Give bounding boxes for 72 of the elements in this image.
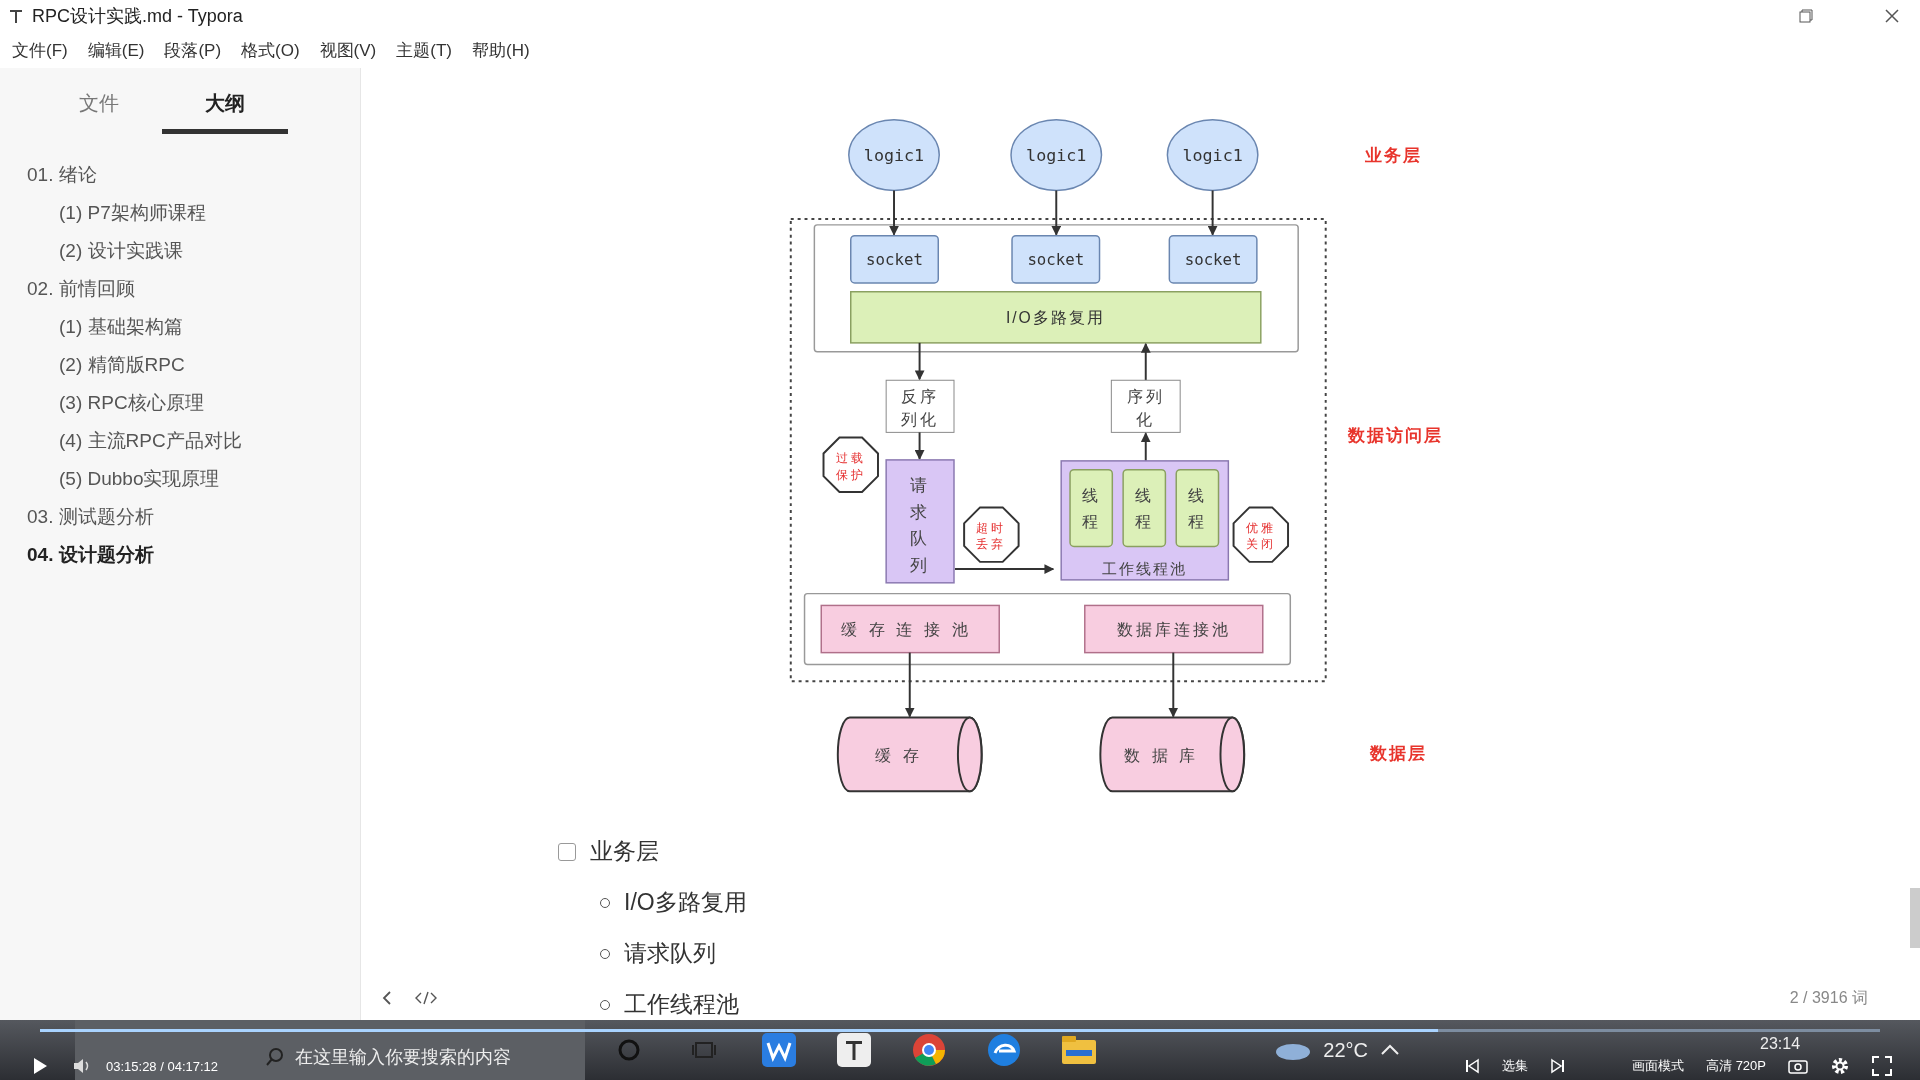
storage-cylinder: 缓存 (836, 716, 983, 793)
deserializer-node: 反序列化 (885, 379, 955, 433)
logic-node: logic1 (1010, 118, 1103, 192)
sidebar-tab[interactable]: 大纲 (162, 84, 288, 134)
menu-item[interactable]: 文件(F) (4, 34, 76, 66)
close-icon[interactable] (1884, 8, 1900, 24)
guard-octagon: 过载保护 (822, 436, 879, 494)
connection-pool: 数据库连接池 (1084, 604, 1264, 654)
menu-item[interactable]: 段落(P) (156, 34, 230, 66)
list-item: 工作线程池 (624, 990, 739, 1019)
socket-node: socket (850, 234, 939, 284)
guard-octagon: 超时丢弃 (963, 506, 1020, 563)
thread-node: 线程 (1069, 469, 1114, 548)
arrow (914, 341, 925, 381)
outline-item[interactable]: (4) 主流RPC产品对比 (27, 422, 360, 460)
outline-item[interactable]: (5) Dubbo实现原理 (27, 460, 360, 498)
restore-icon[interactable] (1799, 9, 1813, 23)
menu-item[interactable]: 帮助(H) (464, 34, 538, 66)
episodes-button[interactable]: 选集 (1498, 1057, 1532, 1075)
outline-item[interactable]: 04. 设计题分析 (27, 536, 360, 574)
menu-item[interactable]: 主题(T) (388, 34, 460, 66)
arrow (1140, 432, 1151, 462)
outline-item[interactable]: (2) 精简版RPC (27, 346, 360, 384)
arrow (1168, 651, 1179, 718)
outline-item[interactable]: 03. 测试题分析 (27, 498, 360, 536)
quality-button[interactable]: 高清 720P (1702, 1057, 1770, 1075)
picture-mode-button[interactable]: 画面模式 (1628, 1057, 1688, 1075)
clock: 23:14 (1760, 1035, 1801, 1053)
socket-node: socket (1168, 234, 1258, 284)
serializer-node: 序列化 (1110, 379, 1181, 433)
outline-item[interactable]: (3) RPC核心原理 (27, 384, 360, 422)
chevron-up-icon[interactable] (1380, 1044, 1400, 1056)
task-label: 业务层 (590, 837, 659, 866)
multiplexer-bar: I/O多路复用 (850, 291, 1262, 344)
layer-label: 数据访问层 (1348, 426, 1444, 446)
thread-node: 线程 (1175, 469, 1220, 548)
arrow (914, 431, 925, 460)
arrow (1207, 189, 1218, 236)
request-queue: 请求队列 (885, 459, 955, 584)
arrow (889, 189, 899, 236)
logic-node: logic1 (1166, 118, 1259, 192)
arrow (904, 651, 915, 718)
outline-item[interactable]: 01. 绪论 (27, 156, 360, 194)
outline-item[interactable]: (2) 设计实践课 (27, 232, 360, 270)
arrow (1051, 189, 1062, 236)
weather-text: 22°C (1323, 1038, 1368, 1062)
progress-track[interactable] (40, 1029, 1880, 1032)
app-icon (8, 7, 24, 25)
arrow (1140, 342, 1151, 382)
socket-node: socket (1011, 234, 1101, 284)
word-count: 2 / 3916 词 (1789, 987, 1868, 1008)
outline-item[interactable]: 02. 前情回顾 (27, 270, 360, 308)
scrollbar[interactable] (1910, 888, 1920, 948)
list-item: 请求队列 (624, 939, 716, 968)
task-checkbox[interactable] (558, 842, 576, 861)
layer-label: 数据层 (1369, 743, 1427, 763)
sidebar-tab[interactable]: 文件 (36, 84, 162, 134)
list-item: I/O多路复用 (624, 888, 747, 917)
search-icon (265, 1047, 285, 1067)
logic-node: logic1 (848, 118, 940, 192)
menu-item[interactable]: 视图(V) (311, 34, 385, 66)
menu-item[interactable]: 格式(O) (233, 34, 308, 66)
menu-item[interactable]: 编辑(E) (79, 34, 153, 66)
layer-label: 业务层 (1365, 145, 1422, 165)
outline-item[interactable]: (1) P7架构师课程 (27, 194, 360, 232)
window-title: RPC设计实践.md - Typora (32, 5, 243, 28)
thread-node: 线程 (1122, 469, 1167, 548)
storage-cylinder: 数据库 (1099, 716, 1246, 793)
guard-octagon: 优雅关闭 (1232, 506, 1290, 563)
outline-item[interactable]: (1) 基础架构篇 (27, 308, 360, 346)
playback-time: 03:15:28 / 04:17:12 (106, 1058, 219, 1074)
connection-pool: 缓存连接池 (820, 604, 1000, 654)
